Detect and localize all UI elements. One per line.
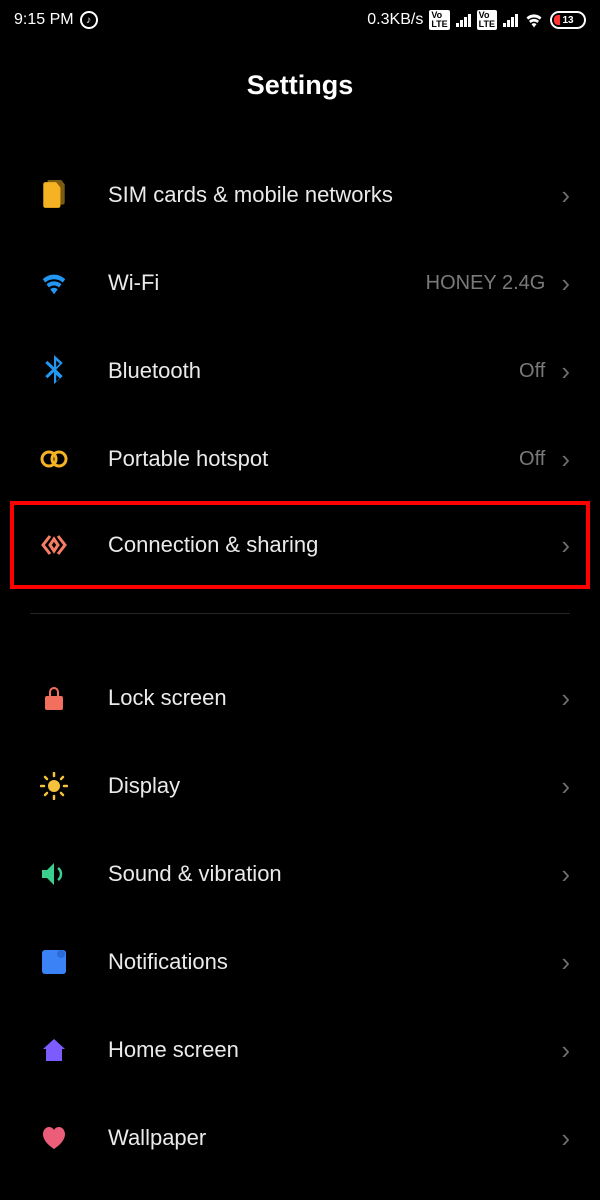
row-value: Off bbox=[519, 360, 545, 383]
row-sim-cards[interactable]: SIM cards & mobile networks › bbox=[6, 151, 594, 239]
sun-icon bbox=[36, 772, 72, 800]
row-label: Lock screen bbox=[108, 685, 561, 711]
row-hotspot[interactable]: Portable hotspot Off › bbox=[6, 415, 594, 503]
row-sound[interactable]: Sound & vibration › bbox=[6, 830, 594, 918]
wifi-status-icon bbox=[524, 12, 544, 28]
row-connection-sharing[interactable]: Connection & sharing › bbox=[12, 503, 588, 587]
row-home-screen[interactable]: Home screen › bbox=[6, 1006, 594, 1094]
chevron-right-icon: › bbox=[561, 683, 570, 714]
sim-icon bbox=[36, 180, 72, 210]
signal-icon-2 bbox=[503, 14, 518, 27]
network-speed: 0.3KB/s bbox=[367, 11, 423, 29]
row-wifi[interactable]: Wi-Fi HONEY 2.4G › bbox=[6, 239, 594, 327]
row-display[interactable]: Display › bbox=[6, 742, 594, 830]
row-label: Wi-Fi bbox=[108, 270, 426, 296]
row-wallpaper[interactable]: Wallpaper › bbox=[6, 1094, 594, 1182]
page-title: Settings bbox=[0, 70, 600, 101]
settings-list: SIM cards & mobile networks › Wi-Fi HONE… bbox=[0, 151, 600, 1182]
chevron-right-icon: › bbox=[561, 268, 570, 299]
status-bar: 9:15 PM 0.3KB/s VoLTE VoLTE 13 bbox=[0, 0, 600, 40]
chevron-right-icon: › bbox=[561, 444, 570, 475]
volte-badge-2: VoLTE bbox=[477, 10, 497, 30]
music-icon bbox=[80, 11, 98, 29]
row-value: HONEY 2.4G bbox=[426, 272, 546, 295]
row-notifications[interactable]: Notifications › bbox=[6, 918, 594, 1006]
chevron-right-icon: › bbox=[561, 1123, 570, 1154]
row-label: SIM cards & mobile networks bbox=[108, 182, 561, 208]
status-right: 0.3KB/s VoLTE VoLTE 13 bbox=[367, 10, 586, 30]
status-left: 9:15 PM bbox=[14, 11, 98, 29]
row-label: Home screen bbox=[108, 1037, 561, 1063]
row-label: Wallpaper bbox=[108, 1125, 561, 1151]
section-divider bbox=[30, 613, 570, 614]
chevron-right-icon: › bbox=[561, 859, 570, 890]
row-label: Display bbox=[108, 773, 561, 799]
notifications-icon bbox=[36, 949, 72, 975]
connection-icon bbox=[36, 532, 72, 558]
chevron-right-icon: › bbox=[561, 356, 570, 387]
row-label: Notifications bbox=[108, 949, 561, 975]
wallpaper-icon bbox=[36, 1125, 72, 1151]
row-label: Bluetooth bbox=[108, 358, 519, 384]
row-lock-screen[interactable]: Lock screen › bbox=[6, 654, 594, 742]
lock-icon bbox=[36, 684, 72, 712]
bluetooth-icon bbox=[36, 355, 72, 387]
battery-icon: 13 bbox=[550, 11, 586, 29]
volte-badge-1: VoLTE bbox=[429, 10, 449, 30]
battery-pct: 13 bbox=[562, 15, 573, 26]
chevron-right-icon: › bbox=[561, 530, 570, 561]
status-time: 9:15 PM bbox=[14, 11, 74, 29]
hotspot-icon bbox=[36, 447, 72, 471]
home-icon bbox=[36, 1037, 72, 1063]
row-bluetooth[interactable]: Bluetooth Off › bbox=[6, 327, 594, 415]
row-label: Connection & sharing bbox=[108, 532, 561, 558]
wifi-icon bbox=[36, 271, 72, 295]
chevron-right-icon: › bbox=[561, 1035, 570, 1066]
row-label: Sound & vibration bbox=[108, 861, 561, 887]
chevron-right-icon: › bbox=[561, 947, 570, 978]
chevron-right-icon: › bbox=[561, 180, 570, 211]
row-value: Off bbox=[519, 448, 545, 471]
row-label: Portable hotspot bbox=[108, 446, 519, 472]
speaker-icon bbox=[36, 861, 72, 887]
chevron-right-icon: › bbox=[561, 771, 570, 802]
signal-icon-1 bbox=[456, 14, 471, 27]
